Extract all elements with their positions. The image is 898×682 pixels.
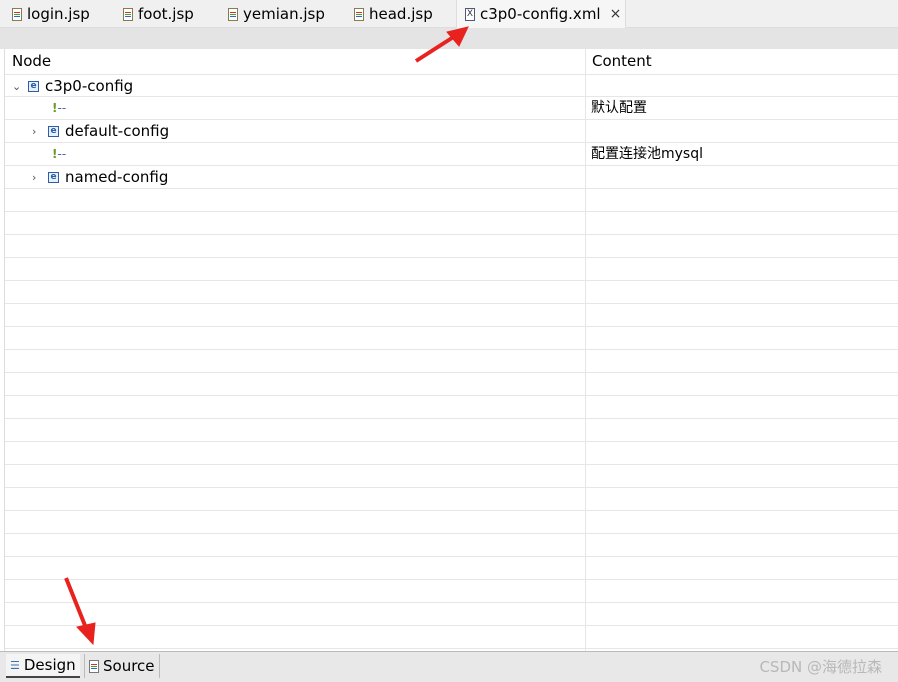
chevron-right-icon[interactable]: › — [32, 166, 42, 189]
tree-row[interactable]: !-- 配置连接池mysql — [5, 143, 898, 166]
empty-row — [5, 189, 898, 212]
element-icon: e — [48, 126, 59, 137]
empty-row — [5, 465, 898, 488]
tab-c3p0-config-xml[interactable]: Xc3p0-config.xml × — [456, 0, 626, 28]
jsp-file-icon — [12, 7, 22, 21]
empty-row — [5, 626, 898, 649]
node-content[interactable]: 默认配置 — [591, 97, 647, 120]
column-divider[interactable] — [585, 49, 586, 651]
close-icon[interactable]: × — [610, 6, 622, 22]
tree-row[interactable]: !-- 默认配置 — [5, 97, 898, 120]
jsp-file-icon — [228, 7, 238, 21]
comment-icon: !-- — [52, 147, 67, 161]
empty-row — [5, 580, 898, 603]
comment-marker: -- — [57, 101, 67, 115]
comment-icon: !-- — [52, 101, 67, 115]
tab-head-jsp[interactable]: head.jsp — [354, 0, 433, 28]
empty-row — [5, 258, 898, 281]
tab-label: head.jsp — [369, 5, 433, 23]
jsp-file-icon — [354, 7, 364, 21]
source-file-icon — [89, 659, 99, 673]
empty-row — [5, 327, 898, 350]
node-name: c3p0-config — [45, 77, 134, 95]
comment-marker: -- — [57, 147, 67, 161]
tab-foot-jsp[interactable]: foot.jsp — [123, 0, 194, 28]
xml-file-icon: X — [465, 7, 475, 21]
jsp-file-icon — [123, 7, 133, 21]
empty-row — [5, 350, 898, 373]
empty-row — [5, 212, 898, 235]
tree-row[interactable]: › e default-config — [5, 120, 898, 143]
design-icon: ☰ — [10, 658, 20, 672]
tab-login-jsp[interactable]: login.jsp — [12, 0, 90, 28]
empty-row — [5, 442, 898, 465]
node-name: named-config — [65, 168, 169, 186]
tree-row[interactable]: › e named-config — [5, 166, 898, 189]
empty-row — [5, 396, 898, 419]
tab-yemian-jsp[interactable]: yemian.jsp — [228, 0, 325, 28]
column-header-content[interactable]: Content — [592, 49, 652, 74]
editor-toolbar — [0, 28, 898, 49]
empty-row — [5, 534, 898, 557]
node-name: default-config — [65, 122, 170, 140]
tab-label: c3p0-config.xml — [480, 5, 601, 23]
empty-row — [5, 304, 898, 327]
empty-row — [5, 281, 898, 304]
editor-bottom-tabs: ☰ Design Source CSDN @海德拉森 — [0, 651, 898, 682]
empty-row — [5, 603, 898, 626]
tree-row[interactable]: ⌄ e c3p0-config — [5, 74, 898, 97]
tab-label: Source — [103, 657, 155, 675]
tab-design[interactable]: ☰ Design — [6, 654, 80, 678]
tab-label: Design — [23, 656, 76, 674]
empty-row — [5, 235, 898, 258]
xml-tree-table: Node Content ⌄ e c3p0-config !-- 默认配置 › e defau… — [4, 49, 898, 651]
node-content[interactable]: 配置连接池mysql — [591, 143, 703, 166]
chevron-down-icon[interactable]: ⌄ — [12, 75, 22, 98]
chevron-right-icon[interactable]: › — [32, 120, 42, 143]
element-icon: e — [28, 81, 39, 92]
empty-row — [5, 373, 898, 396]
tab-source[interactable]: Source — [84, 654, 160, 678]
empty-row — [5, 419, 898, 442]
watermark: CSDN @海德拉森 — [759, 658, 882, 676]
column-header-node[interactable]: Node — [12, 49, 51, 74]
empty-row — [5, 511, 898, 534]
tab-label: login.jsp — [27, 5, 90, 23]
empty-row — [5, 557, 898, 580]
element-icon: e — [48, 172, 59, 183]
tab-label: yemian.jsp — [243, 5, 325, 23]
tab-label: foot.jsp — [138, 5, 194, 23]
editor-tab-bar: login.jsp foot.jsp yemian.jsp head.jsp X… — [0, 0, 898, 28]
empty-row — [5, 488, 898, 511]
